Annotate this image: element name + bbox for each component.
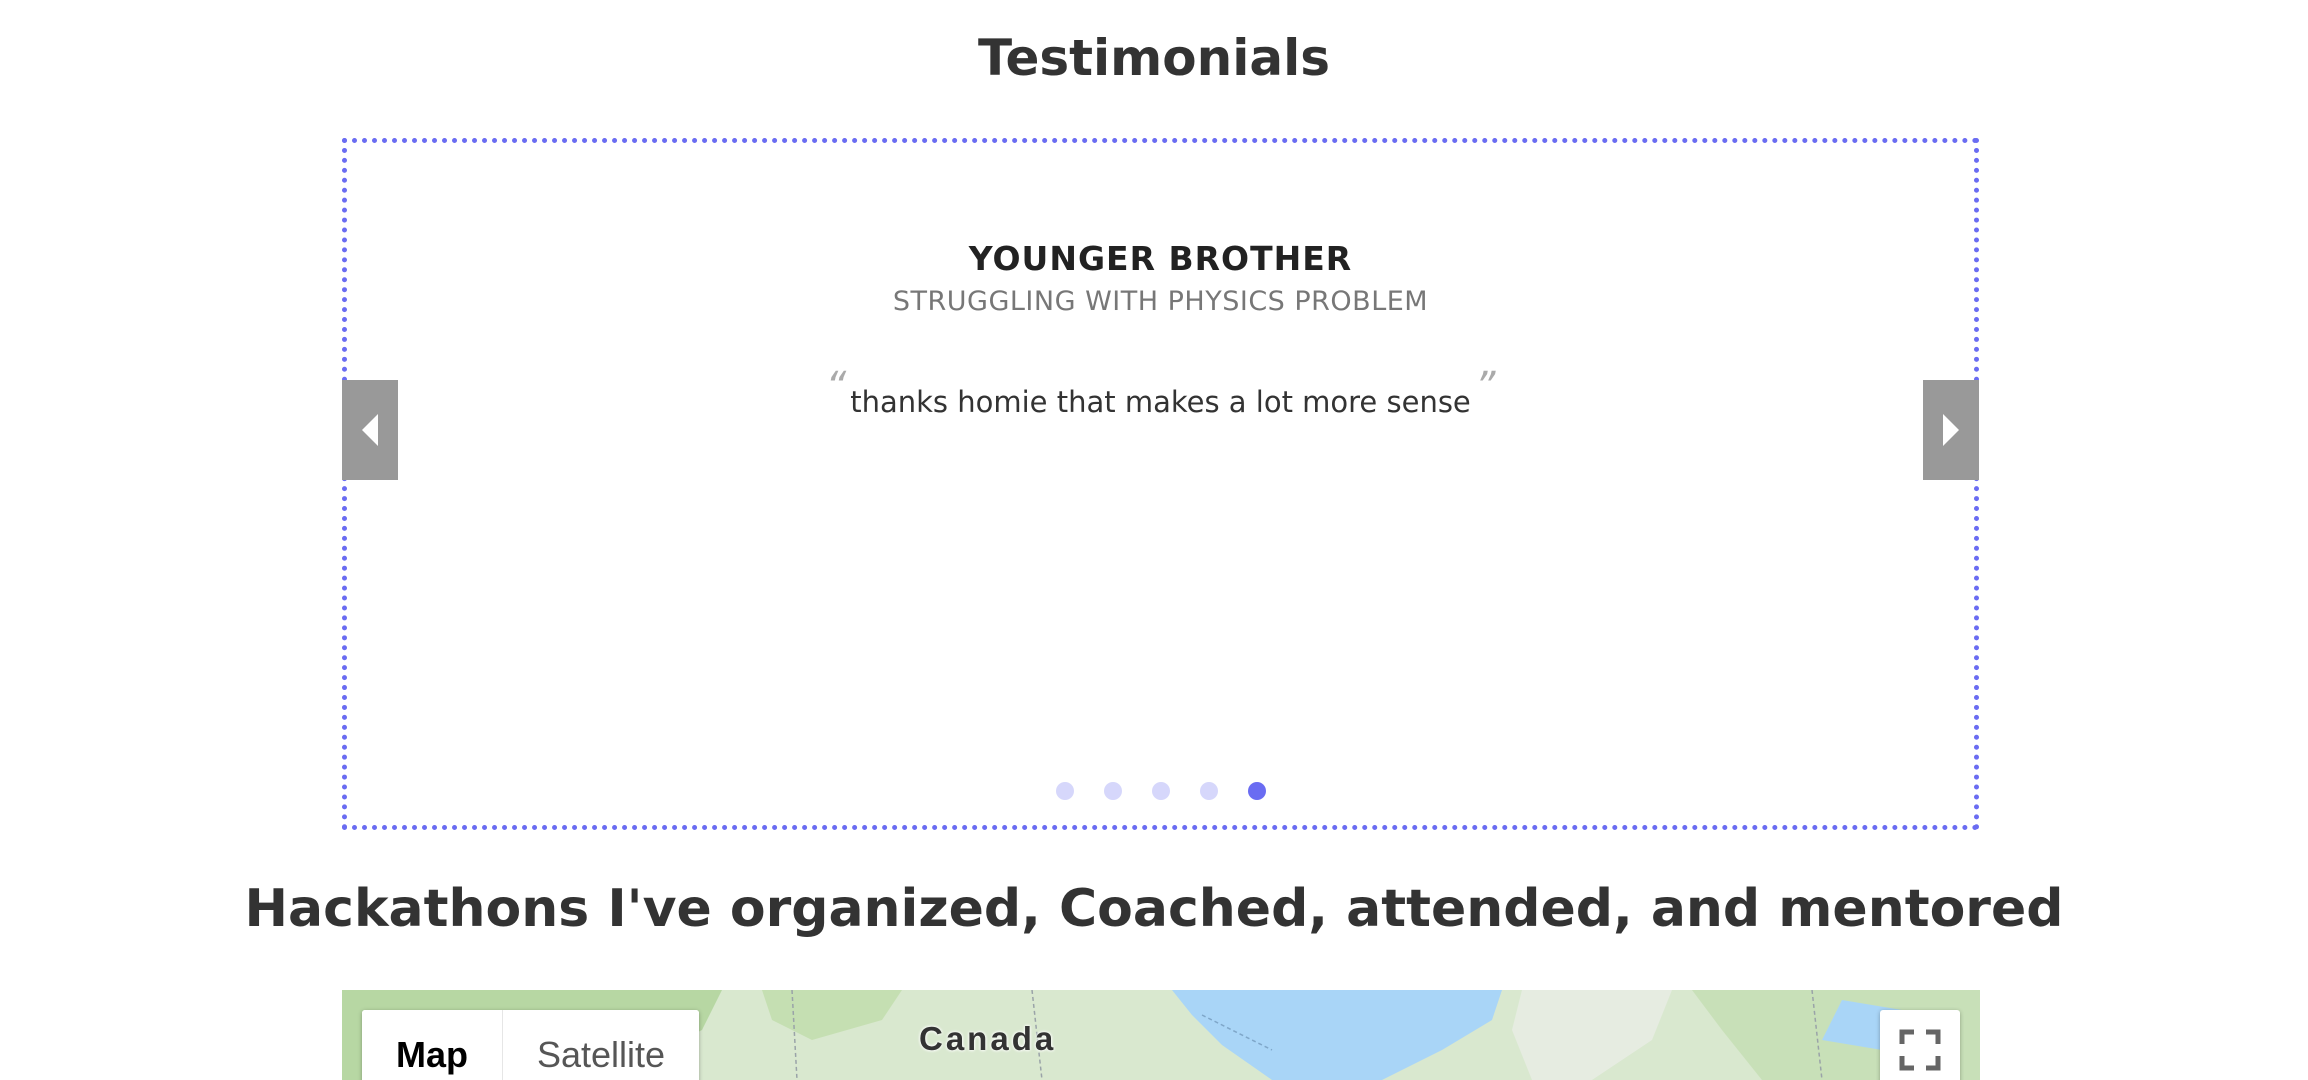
carousel-prev-button[interactable] (342, 380, 398, 480)
testimonial-quote-text: thanks homie that makes a lot more sense (850, 385, 1471, 419)
carousel-dot[interactable] (1151, 782, 1170, 800)
carousel-pagination (347, 782, 1974, 800)
testimonial-carousel: YOUNGER BROTHER STRUGGLING WITH PHYSICS … (342, 138, 1979, 830)
close-quote-mark: ” (1474, 364, 1496, 410)
page: Testimonials YOUNGER BROTHER STRUGGLING … (0, 0, 2308, 1080)
open-quote-mark: “ (825, 364, 847, 410)
fullscreen-icon (1899, 1029, 1941, 1071)
map-type-satellite-button[interactable]: Satellite (503, 1010, 700, 1080)
testimonials-heading: Testimonials (977, 29, 1330, 87)
testimonial-author-name: YOUNGER BROTHER (968, 239, 1353, 278)
hackathons-heading: Hackathons I've organized, Coached, atte… (244, 879, 2064, 939)
map-type-control: Map Satellite (362, 1010, 700, 1080)
map-type-map-button[interactable]: Map (362, 1010, 503, 1080)
carousel-dot[interactable] (1199, 782, 1218, 800)
carousel-next-button[interactable] (1923, 380, 1979, 480)
hackathons-map[interactable]: Map Satellite Canada (342, 990, 1980, 1080)
testimonial-author-role: STRUGGLING WITH PHYSICS PROBLEM (892, 286, 1429, 317)
triangle-left-icon (362, 414, 378, 446)
map-fullscreen-button[interactable] (1880, 1010, 1960, 1080)
testimonial-quote: “thanks homie that makes a lot more sens… (347, 367, 1974, 422)
map-place-label: Canada (919, 1020, 1057, 1057)
carousel-dot[interactable] (1103, 782, 1122, 800)
carousel-dot[interactable] (1055, 782, 1074, 800)
carousel-dot[interactable] (1247, 782, 1266, 800)
triangle-right-icon (1943, 414, 1959, 446)
